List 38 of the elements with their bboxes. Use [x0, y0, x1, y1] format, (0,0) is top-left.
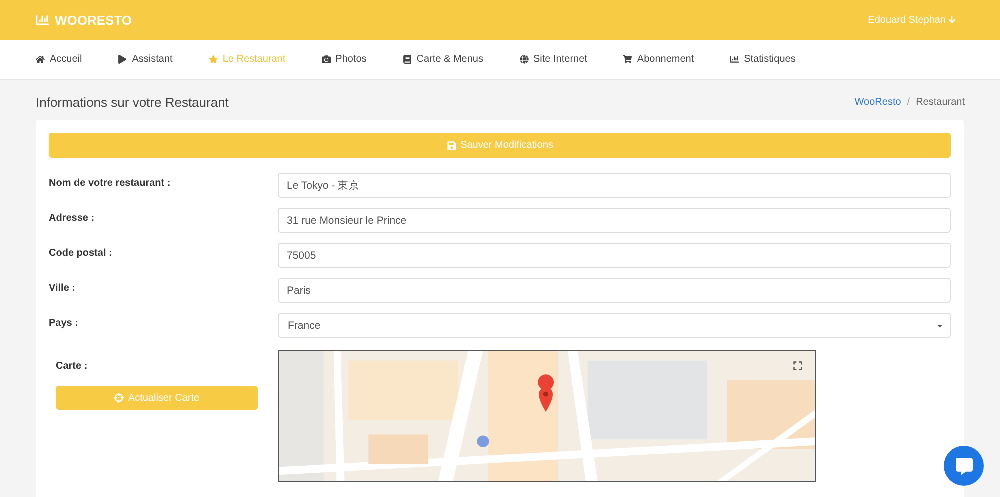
nav-tab[interactable]: Photos: [322, 54, 367, 65]
current-page-text: Restaurant: [916, 97, 965, 108]
nav-tab[interactable]: Abonnement: [623, 54, 694, 65]
globe-icon: [520, 55, 528, 64]
page-title: Informations sur votre Restaurant: [36, 95, 229, 110]
save-icon: [446, 140, 457, 150]
field-label: Pays :: [49, 317, 80, 329]
field-label: Code postal :: [49, 247, 114, 259]
field-label: Nom de votre restaurant :: [49, 177, 172, 189]
input-field[interactable]: Le Tokyo - 東京: [278, 173, 951, 198]
logo-icon: [36, 14, 49, 26]
nav-tab[interactable]: Accueil: [36, 54, 82, 65]
breadcrumb-link[interactable]: WooResto: [854, 97, 902, 108]
book-icon: [402, 55, 412, 64]
crosshair-icon: [114, 393, 124, 403]
brand-name: WOORESTO: [55, 12, 132, 28]
field-label: Ville :: [49, 282, 76, 294]
select-field[interactable]: France: [278, 313, 951, 338]
input-field[interactable]: 75005: [278, 243, 951, 268]
camera-icon: [322, 55, 331, 64]
nav-tab[interactable]: Assistant: [118, 54, 173, 65]
breadcrumb-separator: /: [907, 97, 910, 108]
play-icon: [118, 55, 128, 64]
field-label: Adresse :: [49, 212, 96, 224]
bar-chart-icon: [730, 55, 740, 64]
chat-icon: [956, 458, 972, 474]
home-icon: [36, 55, 45, 64]
nav-tab[interactable]: Statistiques: [730, 54, 796, 65]
star-icon: [208, 55, 218, 64]
field-label: Carte :: [56, 360, 88, 372]
nav-tab[interactable]: Carte & Menus: [402, 54, 484, 65]
nav-tab[interactable]: Site Internet: [520, 54, 588, 65]
chat-button[interactable]: [944, 446, 984, 486]
fullscreen-icon[interactable]: [791, 359, 805, 373]
input-field[interactable]: 31 rue Monsieur le Prince: [278, 208, 951, 233]
input-field[interactable]: Paris: [278, 278, 951, 303]
arrow-down-icon: [948, 16, 956, 24]
cart-icon: [623, 55, 632, 64]
